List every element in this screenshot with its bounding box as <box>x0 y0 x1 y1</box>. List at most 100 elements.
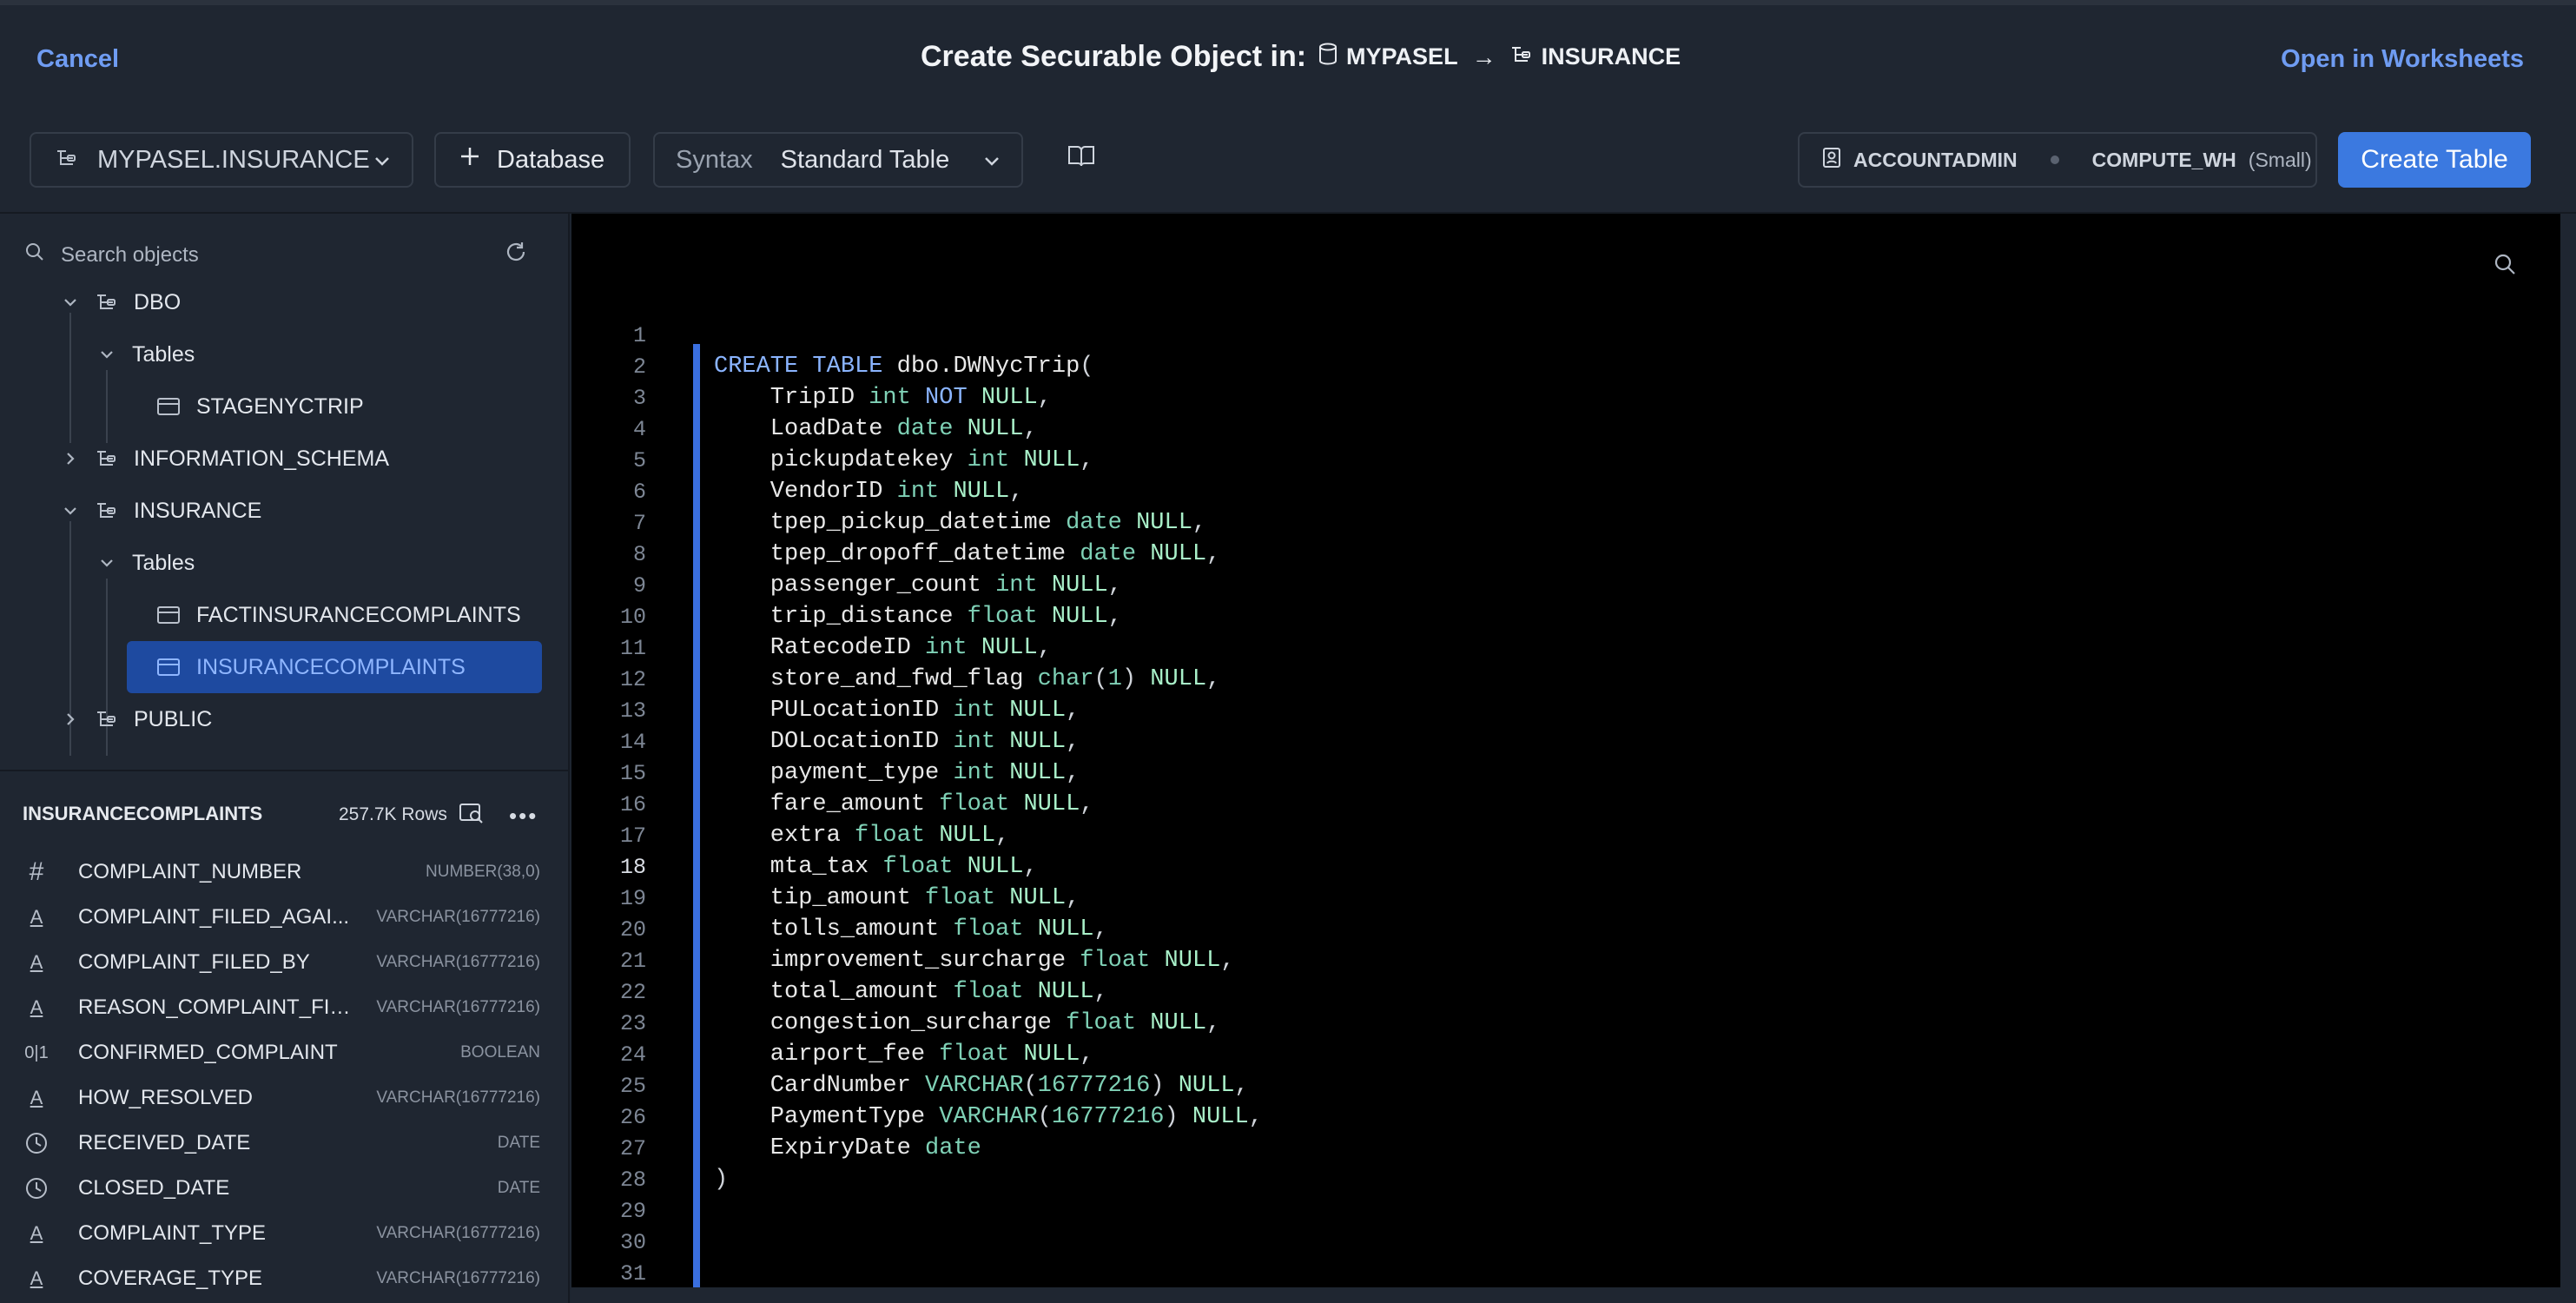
tree-item-label: FACTINSURANCECOMPLAINTS <box>196 602 521 627</box>
code-line[interactable]: 3 TripID int NOT NULL, <box>571 382 2482 413</box>
tree-item-insurancecomplaints[interactable]: INSURANCECOMPLAINTS <box>127 641 542 693</box>
add-database-button[interactable]: Database <box>434 132 631 188</box>
code-line[interactable]: 17 extra float NULL, <box>571 820 2482 851</box>
vertical-scrollbar[interactable] <box>2560 214 2576 1287</box>
search-objects[interactable]: Search objects <box>24 241 199 268</box>
code-text: pickupdatekey int NULL, <box>714 447 1094 473</box>
column-row[interactable]: RECEIVED_DATE DATE <box>0 1121 568 1166</box>
column-name: COVERAGE_TYPE <box>78 1267 263 1290</box>
more-options-icon[interactable]: ••• <box>509 803 538 830</box>
schema-icon <box>96 501 118 520</box>
column-row[interactable]: # COMPLAINT_NUMBER NUMBER(38,0) <box>0 850 568 895</box>
code-line[interactable]: 1 <box>571 320 2482 351</box>
code-line[interactable]: 21 improvement_surcharge float NULL, <box>571 945 2482 976</box>
code-line[interactable]: 6 VendorID int NULL, <box>571 476 2482 507</box>
text-type-icon: A <box>30 1267 43 1289</box>
code-line[interactable]: 16 fare_amount float NULL, <box>571 789 2482 820</box>
text-type-icon: A <box>30 951 43 973</box>
database-schema-select[interactable]: MYPASEL.INSURANCE <box>30 132 413 188</box>
code-line[interactable]: 31 <box>571 1258 2482 1289</box>
code-line[interactable]: 13 PULocationID int NULL, <box>571 695 2482 726</box>
code-line[interactable]: 29 <box>571 1195 2482 1227</box>
tree-item-factinsurancecomplaints[interactable]: FACTINSURANCECOMPLAINTS <box>156 592 521 638</box>
boolean-type-icon: 0|1 <box>24 1042 49 1062</box>
column-row[interactable]: A COMPLAINT_FILED_AGAI... VARCHAR(16777216… <box>0 895 568 940</box>
code-line[interactable]: 25 CardNumber VARCHAR(16777216) NULL, <box>571 1070 2482 1101</box>
table-icon <box>156 658 181 677</box>
code-line[interactable]: 24 airport_fee float NULL, <box>571 1039 2482 1070</box>
line-number: 6 <box>632 479 646 505</box>
number-type-icon: # <box>29 857 44 886</box>
refresh-icon[interactable] <box>504 240 528 268</box>
chevron-down-icon <box>372 149 393 178</box>
line-number: 20 <box>619 916 646 943</box>
code-line[interactable]: 2 CREATE TABLE dbo.DWNycTrip( <box>571 351 2482 382</box>
code-line[interactable]: 19 tip_amount float NULL, <box>571 883 2482 914</box>
code-text: mta_tax float NULL, <box>714 854 1038 880</box>
column-row[interactable]: A COMPLAINT_FILED_BY VARCHAR(16777216) <box>0 940 568 985</box>
column-name: CONFIRMED_COMPLAINT <box>78 1041 338 1064</box>
code-line[interactable]: 27 ExpiryDate date <box>571 1133 2482 1164</box>
table-icon <box>156 397 181 416</box>
chevron-right-icon <box>61 449 80 468</box>
tree-item-stagenyctrip[interactable]: STAGENYCTRIP <box>156 384 364 429</box>
column-row[interactable]: 0|1 CONFIRMED_COMPLAINT BOOLEAN <box>0 1030 568 1075</box>
code-text: congestion_surcharge float NULL, <box>714 1010 1221 1036</box>
code-line[interactable]: 5 pickupdatekey int NULL, <box>571 445 2482 476</box>
line-number: 18 <box>619 854 646 880</box>
column-row[interactable]: A REASON_COMPLAINT_FIL... VARCHAR(16777216… <box>0 985 568 1030</box>
page-title: Create Securable Object in: <box>921 40 1307 73</box>
code-line[interactable]: 26 PaymentType VARCHAR(16777216) NULL, <box>571 1101 2482 1133</box>
schema-icon <box>96 449 118 468</box>
code-line[interactable]: 18 mta_tax float NULL, <box>571 851 2482 883</box>
code-text: DOLocationID int NULL, <box>714 729 1080 755</box>
line-number: 10 <box>619 604 646 630</box>
preview-icon[interactable] <box>459 801 485 830</box>
column-row[interactable]: A HOW_RESOLVED VARCHAR(16777216) <box>0 1075 568 1121</box>
code-line[interactable]: 30 <box>571 1227 2482 1258</box>
tree-item-information-schema[interactable]: INFORMATION_SCHEMA <box>61 436 389 481</box>
horizontal-scrollbar[interactable] <box>571 1287 2576 1303</box>
create-table-button[interactable]: Create Table <box>2338 132 2531 188</box>
line-number: 4 <box>632 416 646 442</box>
book-icon[interactable] <box>1067 143 1096 174</box>
code-line[interactable]: 12 store_and_fwd_flag char(1) NULL, <box>571 664 2482 695</box>
code-line[interactable]: 7 tpep_pickup_datetime date NULL, <box>571 507 2482 539</box>
tree-item-dbo-tables[interactable]: Tables <box>97 332 195 377</box>
code-line[interactable]: 23 congestion_surcharge float NULL, <box>571 1008 2482 1039</box>
code-line[interactable]: 11 RatecodeID int NULL, <box>571 632 2482 664</box>
code-text: tolls_amount float NULL, <box>714 916 1108 943</box>
line-number: 16 <box>619 791 646 817</box>
tree-item-insurance[interactable]: INSURANCE <box>61 488 261 533</box>
tree-item-dbo[interactable]: DBO <box>61 280 181 325</box>
cancel-button[interactable]: Cancel <box>36 45 119 74</box>
tree-item-public[interactable]: PUBLIC <box>61 697 212 742</box>
tree-item-label: INFORMATION_SCHEMA <box>134 446 389 471</box>
line-number: 5 <box>632 447 646 473</box>
open-in-worksheets-link[interactable]: Open in Worksheets <box>2281 45 2524 74</box>
search-icon[interactable] <box>2493 252 2517 281</box>
column-row[interactable]: CLOSED_DATE DATE <box>0 1166 568 1211</box>
syntax-select[interactable]: Syntax Standard Table <box>653 132 1023 188</box>
code-line[interactable]: 8 tpep_dropoff_datetime date NULL, <box>571 539 2482 570</box>
column-type: NUMBER(38,0) <box>426 863 540 881</box>
schema-icon <box>1510 43 1533 70</box>
column-row[interactable]: A COVERAGE_TYPE VARCHAR(16777216) <box>0 1256 568 1301</box>
code-line[interactable]: 28) <box>571 1164 2482 1195</box>
warehouse-size: (Small) <box>2248 148 2312 171</box>
line-number: 3 <box>632 385 646 411</box>
code-line[interactable]: 14 DOLocationID int NULL, <box>571 726 2482 757</box>
code-line[interactable]: 20 tolls_amount float NULL, <box>571 914 2482 945</box>
code-line[interactable]: 15 payment_type int NULL, <box>571 757 2482 789</box>
code-line[interactable]: 4 LoadDate date NULL, <box>571 413 2482 445</box>
code-line[interactable]: 10 trip_distance float NULL, <box>571 601 2482 632</box>
context-selector[interactable]: ACCOUNTADMIN COMPUTE_WH (Small) <box>1798 132 2317 188</box>
column-name: CLOSED_DATE <box>78 1176 230 1200</box>
code-text: VendorID int NULL, <box>714 479 1024 505</box>
column-row[interactable]: A COMPLAINT_TYPE VARCHAR(16777216) <box>0 1211 568 1256</box>
code-line[interactable]: 22 total_amount float NULL, <box>571 976 2482 1008</box>
text-type-icon: A <box>30 996 43 1018</box>
sql-editor[interactable]: 1 2 CREATE TABLE dbo.DWNycTrip(3 TripID in… <box>571 214 2560 1291</box>
code-line[interactable]: 9 passenger_count int NULL, <box>571 570 2482 601</box>
tree-item-insurance-tables[interactable]: Tables <box>97 540 195 585</box>
